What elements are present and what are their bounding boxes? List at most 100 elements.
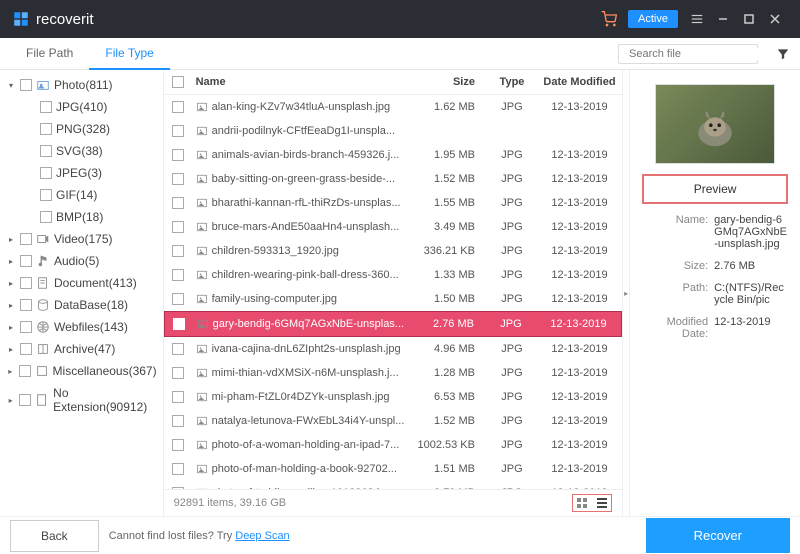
category-tabs: File Path File Type bbox=[10, 38, 170, 70]
checkbox[interactable] bbox=[40, 167, 52, 179]
cart-icon[interactable] bbox=[596, 6, 622, 32]
table-row[interactable]: bruce-mars-AndE50aaHn4-unsplash...3.49 M… bbox=[164, 215, 622, 239]
table-row[interactable]: natalya-letunova-FWxEbL34i4Y-unspl...1.5… bbox=[164, 409, 622, 433]
close-icon[interactable] bbox=[762, 6, 788, 32]
file-size: 1.33 MB bbox=[409, 263, 487, 287]
sidebar-sub-item[interactable]: SVG(38) bbox=[0, 140, 163, 162]
col-name[interactable]: Name bbox=[192, 70, 409, 94]
table-row[interactable]: photo-of-a-woman-holding-an-ipad-7...100… bbox=[164, 433, 622, 457]
chevron-right-icon[interactable]: ▸ bbox=[6, 345, 16, 354]
checkbox[interactable] bbox=[40, 211, 52, 223]
chevron-right-icon[interactable]: ▸ bbox=[6, 323, 16, 332]
minimize-icon[interactable] bbox=[710, 6, 736, 32]
checkbox[interactable] bbox=[172, 197, 184, 209]
table-row[interactable]: alan-king-KZv7w34tluA-unsplash.jpg1.62 M… bbox=[164, 95, 622, 119]
checkbox[interactable] bbox=[20, 79, 32, 91]
table-row[interactable]: bharathi-kannan-rfL-thiRzDs-unsplas...1.… bbox=[164, 191, 622, 215]
header-checkbox[interactable] bbox=[164, 70, 192, 94]
maximize-icon[interactable] bbox=[736, 6, 762, 32]
checkbox[interactable] bbox=[172, 463, 184, 475]
sidebar-item-label: JPEG(3) bbox=[56, 166, 102, 180]
checkbox[interactable] bbox=[172, 367, 184, 379]
checkbox[interactable] bbox=[172, 149, 184, 161]
checkbox[interactable] bbox=[20, 299, 32, 311]
checkbox[interactable] bbox=[172, 415, 184, 427]
table-row[interactable]: gary-bendig-6GMq7AGxNbE-unsplas...2.76 M… bbox=[164, 311, 622, 337]
deep-scan-link[interactable]: Deep Scan bbox=[235, 530, 289, 542]
checkbox[interactable] bbox=[172, 245, 184, 257]
col-type[interactable]: Type bbox=[487, 70, 537, 94]
checkbox[interactable] bbox=[20, 233, 32, 245]
table-row[interactable]: children-wearing-pink-ball-dress-360...1… bbox=[164, 263, 622, 287]
checkbox[interactable] bbox=[172, 221, 184, 233]
search-box[interactable] bbox=[618, 44, 758, 64]
list-view-icon[interactable] bbox=[594, 496, 610, 510]
chevron-down-icon[interactable]: ▾ bbox=[6, 81, 16, 90]
grid-view-icon[interactable] bbox=[574, 496, 590, 510]
checkbox[interactable] bbox=[20, 255, 32, 267]
search-input[interactable] bbox=[629, 48, 771, 60]
recover-button[interactable]: Recover bbox=[646, 518, 790, 553]
checkbox[interactable] bbox=[40, 145, 52, 157]
chevron-right-icon[interactable]: ▸ bbox=[6, 279, 16, 288]
checkbox[interactable] bbox=[172, 293, 184, 305]
sidebar-sub-item[interactable]: JPG(410) bbox=[0, 96, 163, 118]
checkbox[interactable] bbox=[40, 123, 52, 135]
tab-file-type[interactable]: File Type bbox=[89, 38, 169, 70]
checkbox[interactable] bbox=[19, 365, 31, 377]
tab-file-path[interactable]: File Path bbox=[10, 38, 89, 70]
checkbox[interactable] bbox=[20, 277, 32, 289]
sidebar-sub-item[interactable]: GIF(14) bbox=[0, 184, 163, 206]
sidebar-sub-item[interactable]: BMP(18) bbox=[0, 206, 163, 228]
table-row[interactable]: photo-of-toddler-smiling-1912868.jpg2.79… bbox=[164, 481, 622, 489]
checkbox[interactable] bbox=[172, 101, 184, 113]
sidebar-item-database[interactable]: ▸DataBase(18) bbox=[0, 294, 163, 316]
chevron-right-icon[interactable]: ▸ bbox=[6, 235, 16, 244]
sidebar-sub-item[interactable]: JPEG(3) bbox=[0, 162, 163, 184]
sidebar-item-noext[interactable]: ▸No Extension(90912) bbox=[0, 382, 163, 418]
checkbox[interactable] bbox=[172, 343, 184, 355]
table-row[interactable]: family-using-computer.jpg1.50 MBJPG12-13… bbox=[164, 287, 622, 311]
checkbox[interactable] bbox=[40, 189, 52, 201]
file-date: 12-13-2019 bbox=[537, 287, 622, 311]
col-size[interactable]: Size bbox=[409, 70, 487, 94]
table-row[interactable]: mi-pham-FtZL0r4DZYk-unsplash.jpg6.53 MBJ… bbox=[164, 385, 622, 409]
sidebar-item-photo[interactable]: ▾Photo(811) bbox=[0, 74, 163, 96]
sidebar-sub-item[interactable]: PNG(328) bbox=[0, 118, 163, 140]
table-row[interactable]: baby-sitting-on-green-grass-beside-...1.… bbox=[164, 167, 622, 191]
active-button[interactable]: Active bbox=[628, 10, 678, 28]
checkbox[interactable] bbox=[172, 173, 184, 185]
sidebar-item-misc[interactable]: ▸Miscellaneous(367) bbox=[0, 360, 163, 382]
sidebar-item-audio[interactable]: ▸Audio(5) bbox=[0, 250, 163, 272]
checkbox[interactable] bbox=[172, 269, 184, 281]
table-row[interactable]: animals-avian-birds-branch-459326.j...1.… bbox=[164, 143, 622, 167]
sidebar-item-document[interactable]: ▸Document(413) bbox=[0, 272, 163, 294]
table-row[interactable]: ivana-cajina-dnL6ZIpht2s-unsplash.jpg4.9… bbox=[164, 337, 622, 361]
checkbox[interactable] bbox=[19, 394, 31, 406]
preview-button[interactable]: Preview bbox=[642, 174, 788, 204]
chevron-right-icon[interactable]: ▸ bbox=[6, 301, 16, 310]
panel-collapse-handle[interactable]: ▸ bbox=[622, 70, 629, 516]
checkbox[interactable] bbox=[40, 101, 52, 113]
filter-icon[interactable] bbox=[776, 47, 790, 61]
sidebar-item-web[interactable]: ▸Webfiles(143) bbox=[0, 316, 163, 338]
checkbox[interactable] bbox=[172, 125, 184, 137]
file-name: children-593313_1920.jpg bbox=[212, 245, 339, 257]
col-date[interactable]: Date Modified bbox=[537, 70, 622, 94]
table-row[interactable]: children-593313_1920.jpg336.21 KBJPG12-1… bbox=[164, 239, 622, 263]
checkbox[interactable] bbox=[172, 391, 184, 403]
checkbox[interactable] bbox=[20, 321, 32, 333]
menu-icon[interactable] bbox=[684, 6, 710, 32]
checkbox[interactable] bbox=[173, 318, 185, 330]
checkbox[interactable] bbox=[20, 343, 32, 355]
table-row[interactable]: andrii-podilnyk-CFtfEeaDg1I-unspla... bbox=[164, 119, 622, 143]
table-row[interactable]: photo-of-man-holding-a-book-92702...1.51… bbox=[164, 457, 622, 481]
table-row[interactable]: mimi-thian-vdXMSiX-n6M-unsplash.j...1.28… bbox=[164, 361, 622, 385]
chevron-right-icon[interactable]: ▸ bbox=[6, 257, 16, 266]
sidebar-item-archive[interactable]: ▸Archive(47) bbox=[0, 338, 163, 360]
checkbox[interactable] bbox=[172, 439, 184, 451]
back-button[interactable]: Back bbox=[10, 520, 99, 552]
chevron-right-icon[interactable]: ▸ bbox=[6, 396, 15, 405]
sidebar-item-video[interactable]: ▸Video(175) bbox=[0, 228, 163, 250]
chevron-right-icon[interactable]: ▸ bbox=[6, 367, 15, 376]
